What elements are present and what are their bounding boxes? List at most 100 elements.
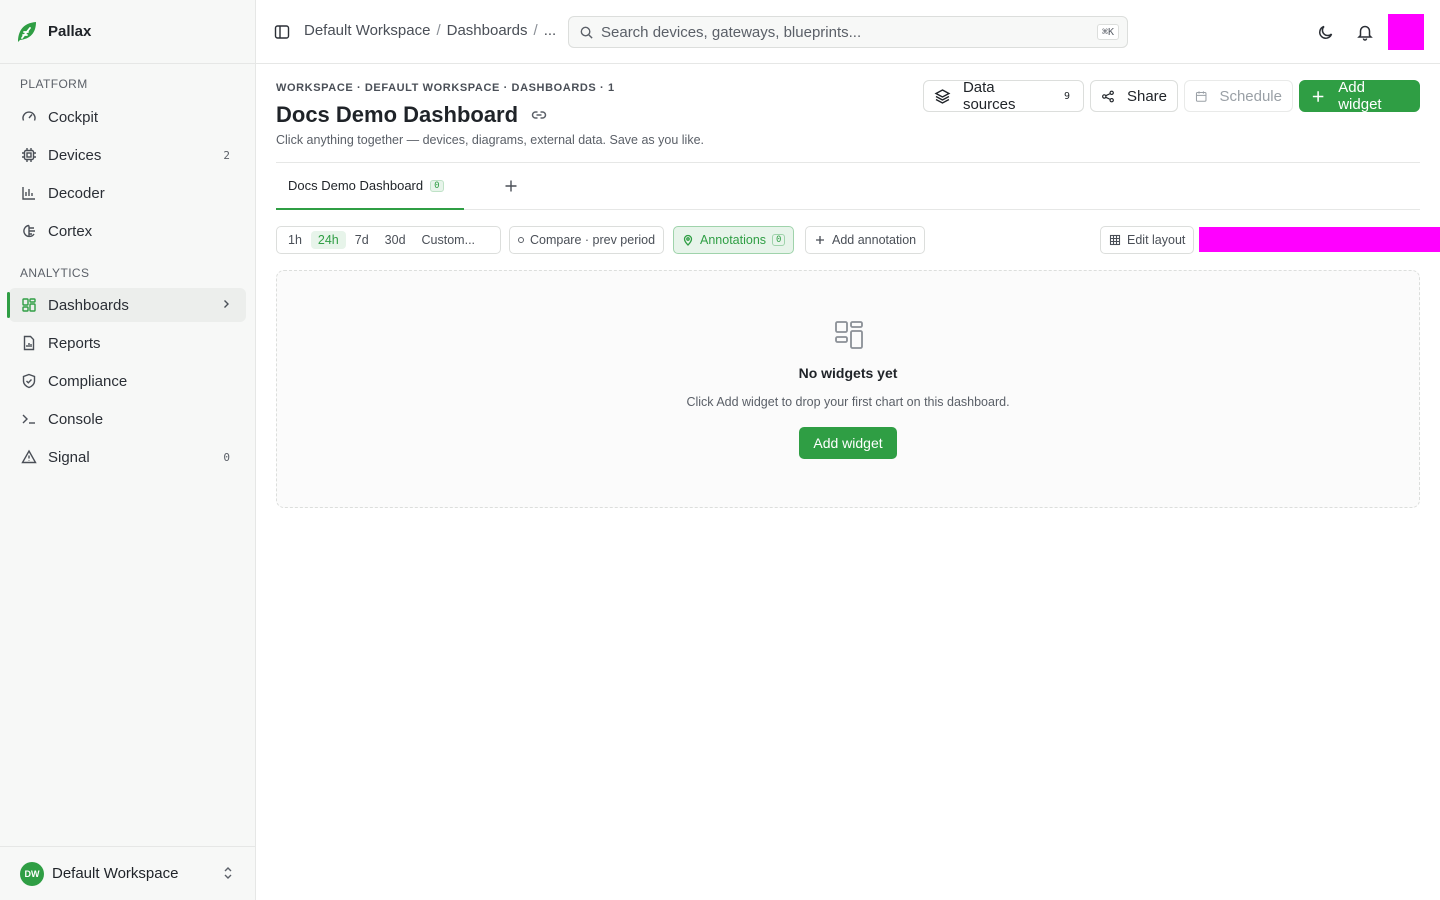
sidebar-item-label: Cortex (48, 222, 93, 240)
sidebar-item-console[interactable]: Console (9, 402, 246, 436)
sidebar-toggle-icon[interactable] (274, 24, 290, 40)
section-title-analytics: ANALYTICS (20, 266, 90, 280)
share-icon (1102, 90, 1114, 102)
share-label: Share (1126, 87, 1167, 105)
calendar-icon (1195, 90, 1207, 102)
chevron-up-down-icon (223, 866, 233, 881)
breadcrumb: Default Workspace / Dashboards / ... (304, 22, 556, 39)
section-title-platform: PLATFORM (20, 77, 88, 91)
workspace-switcher[interactable]: DW Default Workspace (0, 846, 255, 900)
empty-state-add-widget-button[interactable]: Add widget (799, 427, 897, 459)
add-widget-button[interactable]: Add widget (1299, 79, 1420, 113)
document-chart-icon (20, 335, 37, 352)
data-sources-button[interactable]: Data sources 9 (923, 79, 1084, 113)
empty-state-title: No widgets yet (798, 365, 898, 381)
search-input[interactable]: Search devices, gateways, blueprints... … (568, 16, 1128, 48)
range-30d[interactable]: 30d (378, 231, 413, 249)
range-1h[interactable]: 1h (281, 231, 309, 249)
edit-layout-label: Edit layout (1127, 233, 1186, 247)
plus-icon (1312, 90, 1324, 102)
sidebar-item-label: Dashboards (48, 296, 129, 314)
breadcrumb-separator: / (436, 22, 441, 39)
page-title-text: Docs Demo Dashboard (276, 102, 519, 127)
sidebar-item-signal[interactable]: Signal 0 (9, 440, 246, 474)
bell-icon[interactable] (1356, 23, 1374, 41)
dashboard-toolbar: 1h 24h 7d 30d Custom... Compare · prev p… (276, 226, 1440, 254)
sidebar-item-label: Cockpit (48, 108, 99, 126)
annotations-count: 0 (772, 234, 786, 246)
layout-grid-icon (835, 321, 863, 349)
share-button[interactable]: Share (1090, 80, 1178, 112)
range-custom[interactable]: Custom... (415, 231, 483, 249)
breadcrumb-workspace[interactable]: Default Workspace (304, 22, 430, 39)
data-sources-count: 9 (1063, 90, 1070, 102)
add-tab-button[interactable] (504, 179, 518, 195)
annotations-toggle[interactable]: Annotations 0 (673, 226, 795, 254)
avatar[interactable] (1388, 14, 1424, 50)
layout-grid-icon (20, 297, 37, 314)
workspace-name: Default Workspace (52, 865, 179, 882)
sidebar-item-label: Reports (48, 334, 101, 352)
time-range-selector: 1h 24h 7d 30d Custom... (276, 226, 501, 254)
chip-icon (20, 147, 37, 164)
edit-layout-button[interactable]: Edit layout (1100, 226, 1195, 254)
plus-icon (816, 236, 824, 244)
page-kicker: WORKSPACE · DEFAULT WORKSPACE · DASHBOAR… (276, 82, 615, 94)
compare-label: Compare · prev period (530, 233, 656, 247)
data-sources-label: Data sources (962, 79, 1016, 113)
sidebar-item-label: Devices (48, 146, 102, 164)
add-annotation-button[interactable]: Add annotation (805, 226, 926, 254)
grid-icon (1109, 234, 1121, 246)
redacted-placeholder (1199, 227, 1440, 252)
range-7d[interactable]: 7d (348, 231, 376, 249)
gauge-icon (20, 109, 37, 126)
sidebar-item-reports[interactable]: Reports (9, 326, 246, 360)
compare-toggle[interactable]: Compare · prev period (509, 226, 665, 254)
sidebar-item-label: Signal (48, 448, 90, 466)
alert-triangle-icon (20, 449, 37, 466)
sidebar-item-count: 0 (223, 450, 230, 464)
breadcrumb-separator: / (533, 22, 538, 39)
sidebar-item-label: Decoder (48, 184, 105, 202)
sidebar-item-label: Console (48, 410, 104, 428)
sidebar-item-dashboards[interactable]: Dashboards (7, 288, 246, 322)
add-widget-label: Add widget (1338, 79, 1382, 113)
empty-state-description: Click Add widget to drop your first char… (686, 395, 1010, 409)
breadcrumb-dashboards[interactable]: Dashboards (447, 22, 528, 39)
sidebar-item-devices[interactable]: Devices 2 (9, 138, 246, 172)
sidebar-item-cockpit[interactable]: Cockpit (9, 100, 246, 134)
breadcrumb-current[interactable]: ... (544, 22, 557, 39)
page-subtitle: Click anything together — devices, diagr… (276, 133, 704, 147)
brand[interactable]: Pallax (0, 0, 255, 64)
brand-name: Pallax (48, 23, 92, 40)
range-24h[interactable]: 24h (310, 231, 346, 249)
sidebar-item-count: 2 (223, 148, 230, 162)
circle-icon (518, 237, 524, 243)
dashboard-tabs: Docs Demo Dashboard 0 (276, 163, 1420, 210)
search-shortcut: ⌘K (1096, 24, 1119, 40)
tab-docs-demo-dashboard[interactable]: Docs Demo Dashboard 0 (276, 163, 464, 210)
tab-label: Docs Demo Dashboard (288, 178, 424, 193)
plus-icon (505, 180, 517, 192)
pallax-logo-icon (18, 21, 36, 42)
terminal-icon (20, 411, 37, 428)
sidebar-item-cortex[interactable]: Cortex (9, 214, 246, 248)
sidebar-item-compliance[interactable]: Compliance (9, 364, 246, 398)
sidebar-item-decoder[interactable]: Decoder (9, 176, 246, 210)
topbar: Default Workspace / Dashboards / ... Sea… (256, 0, 1440, 64)
workspace-avatar: DW (20, 861, 44, 886)
search-icon (580, 26, 593, 39)
schedule-button[interactable]: Schedule (1184, 80, 1293, 112)
sidebar: Pallax PLATFORM Cockpit Devices 2 Decode… (0, 0, 256, 900)
page-title: Docs Demo Dashboard (276, 102, 548, 128)
shield-check-icon (20, 373, 37, 390)
map-pin-icon (683, 234, 693, 246)
empty-state: No widgets yet Click Add widget to drop … (276, 270, 1420, 508)
schedule-label: Schedule (1219, 87, 1282, 105)
link-icon[interactable] (530, 106, 548, 124)
sidebar-item-label: Compliance (48, 372, 128, 390)
search-placeholder: Search devices, gateways, blueprints... (601, 23, 862, 41)
layers-icon (934, 88, 951, 104)
moon-icon[interactable] (1317, 23, 1335, 41)
tab-count: 0 (430, 179, 444, 192)
